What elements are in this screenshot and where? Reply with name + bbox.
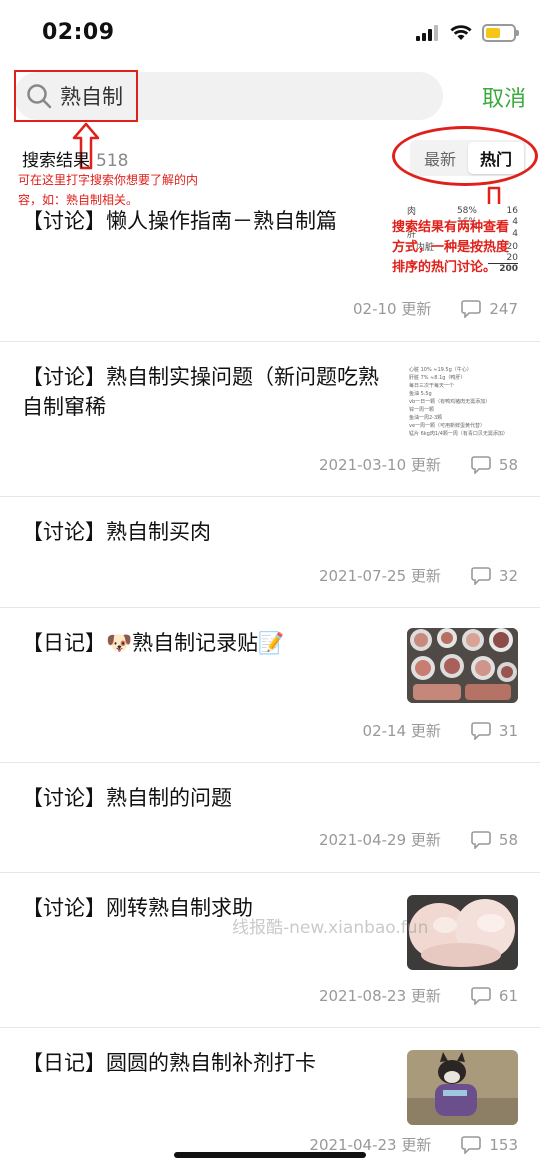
comment-count: 32: [471, 567, 518, 585]
comment-count: 58: [471, 831, 518, 849]
comment-bubble-icon: [461, 299, 482, 318]
post-meta: 2021-08-23 更新 61: [319, 985, 518, 1006]
comment-bubble-icon: [471, 721, 491, 740]
comment-count: 153: [461, 1136, 518, 1154]
results-label: 搜索结果: [22, 151, 90, 171]
comment-bubble-icon: [471, 455, 491, 474]
comment-bubble-icon: [461, 1135, 482, 1154]
post-thumbnail: 心脏 10% ≈19.5g（牛心） 肝脏 7% ≈8.1g（鸭肝） 每日三次干每天一…: [409, 367, 508, 437]
cancel-button[interactable]: 取消: [482, 81, 526, 113]
sort-highlight-ellipse: [392, 126, 538, 186]
comment-count: 31: [471, 722, 518, 740]
list-item[interactable]: 【讨论】熟自制实操问题（新问题吃熟自制窜稀 心脏 10% ≈19.5g（牛心）肝…: [0, 342, 540, 497]
list-item[interactable]: 【讨论】熟自制的问题 2021-04-29 更新 58: [0, 763, 540, 873]
post-title: 【日记】🐶熟自制记录贴📝: [22, 631, 285, 655]
comment-number: 58: [498, 830, 518, 849]
post-title: 【讨论】熟自制的问题: [22, 786, 232, 810]
post-meta: 02-14 更新 31: [363, 720, 518, 741]
comment-number: 31: [498, 721, 518, 740]
list-item[interactable]: 【讨论】熟自制买肉 2021-07-25 更新 32: [0, 497, 540, 608]
post-date: 02-14 更新: [362, 722, 441, 740]
post-date: 02-10 更新: [353, 300, 432, 318]
post-meta: 2021-04-29 更新 58: [319, 829, 518, 850]
results-number: 518: [96, 151, 129, 171]
comment-number: 247: [489, 299, 518, 318]
comment-bubble-icon: [471, 830, 491, 849]
post-thumbnail: [407, 628, 518, 703]
post-date: 2021-03-10 更新: [318, 456, 441, 474]
home-indicator: [174, 1152, 366, 1158]
comment-number: 61: [498, 986, 518, 1005]
status-time: 02:09: [42, 20, 115, 45]
comment-count: 247: [461, 300, 518, 318]
comment-number: 58: [498, 455, 518, 474]
list-item[interactable]: 【讨论】刚转熟自制求助 2021-08-23 更新 61: [0, 873, 540, 1028]
post-thumbnail: [407, 1050, 518, 1125]
post-title: 【讨论】熟自制买肉: [22, 520, 211, 544]
post-list: 【讨论】懒人操作指南－熟自制篇 肉 58% 16 16% 4 肝4 它内脏 5% 20 2…: [0, 186, 540, 1168]
watermark: 线报酷-new.xianbao.fun: [232, 918, 429, 938]
post-title: 【讨论】熟自制实操问题（新问题吃熟自制窜稀: [22, 365, 379, 419]
list-item[interactable]: 【日记】🐶熟自制记录贴📝 02-14 更新 31: [0, 608, 540, 763]
signal-icon: [416, 25, 438, 41]
post-title: 【日记】圆圆的熟自制补剂打卡: [22, 1051, 316, 1075]
comment-count: 61: [471, 987, 518, 1005]
comment-number: 153: [489, 1135, 518, 1154]
post-date: 2021-04-29 更新: [318, 831, 441, 849]
status-icons: [416, 24, 519, 42]
post-date: 2021-08-23 更新: [318, 987, 441, 1005]
results-count: 搜索结果 518: [22, 146, 128, 171]
comment-count: 58: [471, 456, 518, 474]
meat-bowls-image: [407, 628, 518, 703]
status-bar: 02:09: [0, 0, 540, 66]
dog-photo-image: [407, 1050, 518, 1125]
list-item[interactable]: 【日记】圆圆的熟自制补剂打卡 2021-04-23 更新 153: [0, 1028, 540, 1168]
sort-annotation-text: 搜索结果有两种查看方式，一种是按热度排序的热门讨论。: [392, 220, 510, 275]
post-meta: 02-10 更新 247: [353, 298, 518, 319]
comment-bubble-icon: [471, 566, 491, 585]
post-title: 【讨论】懒人操作指南－熟自制篇: [22, 209, 337, 233]
battery-icon: [482, 24, 519, 42]
search-highlight-box: [14, 70, 138, 122]
comment-bubble-icon: [471, 986, 491, 1005]
wifi-icon: [450, 25, 472, 40]
post-date: 2021-07-25 更新: [318, 567, 441, 585]
post-meta: 2021-03-10 更新 58: [319, 454, 518, 475]
comment-number: 32: [498, 566, 518, 585]
post-meta: 2021-07-25 更新 32: [319, 565, 518, 586]
